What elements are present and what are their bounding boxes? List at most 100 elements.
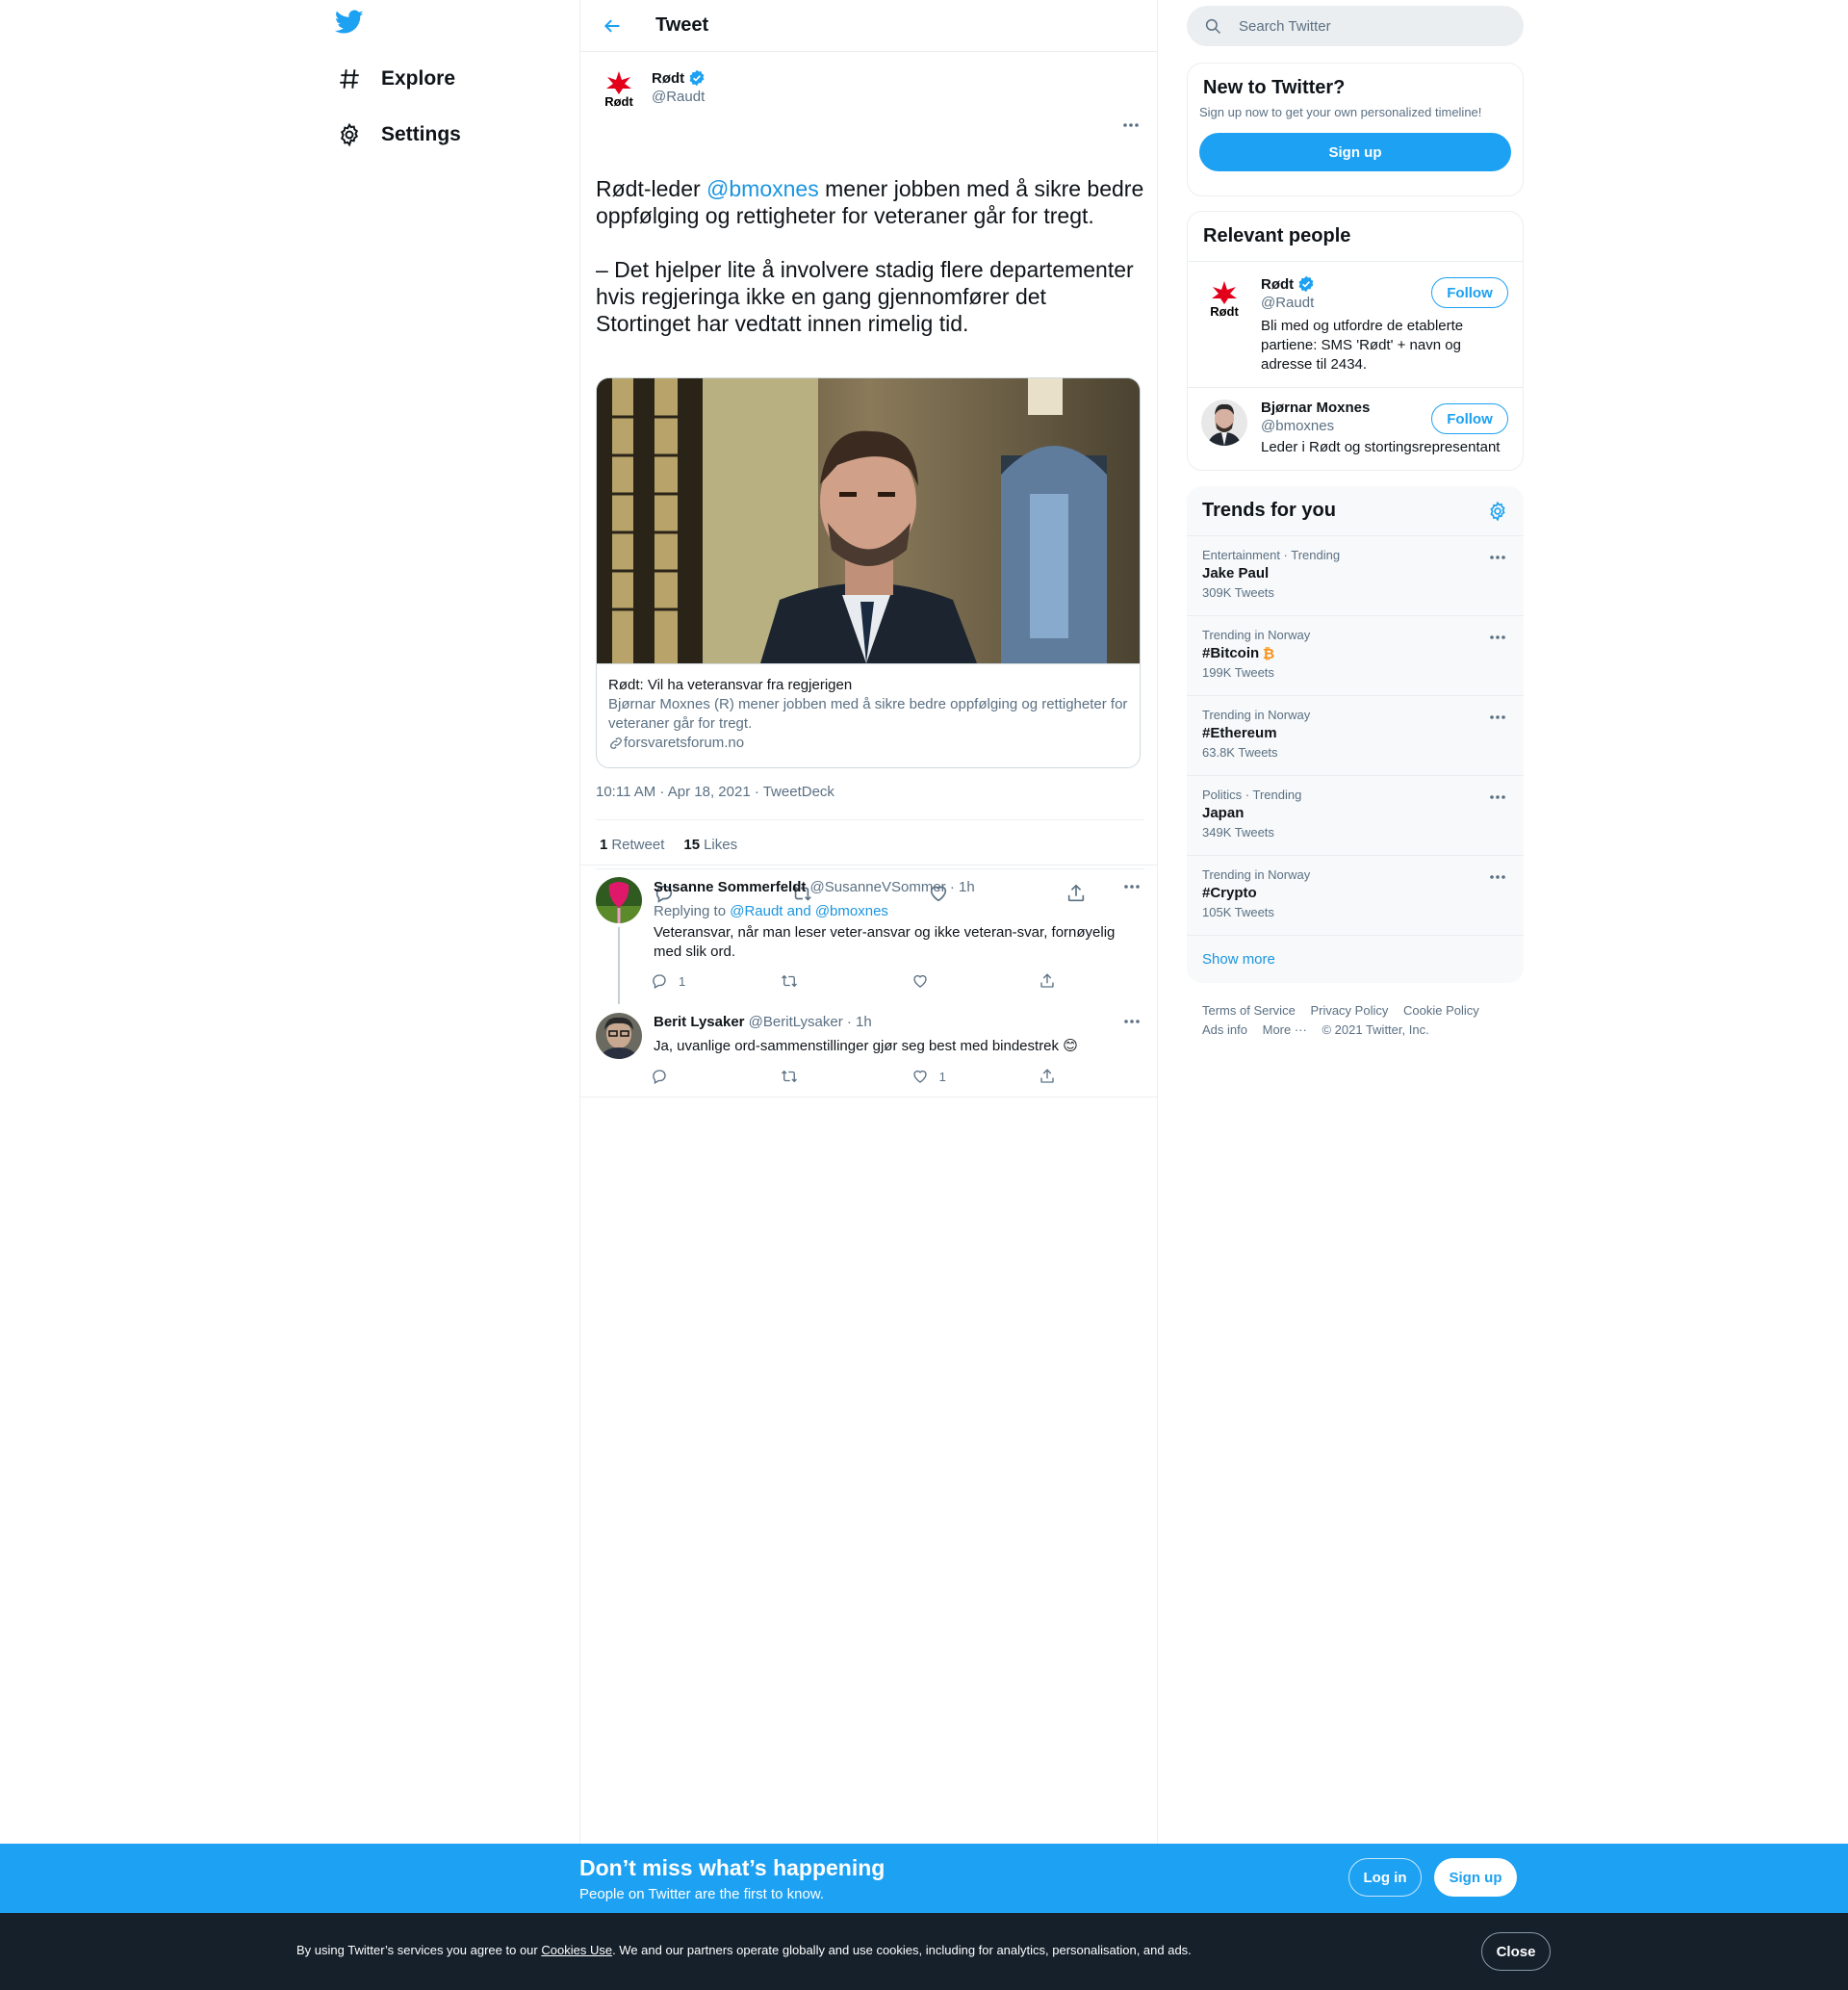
trend-name: Japan [1202,805,1245,821]
follow-button[interactable]: Follow [1431,403,1508,434]
avatar[interactable] [596,877,642,923]
reply-header: Susanne Sommerfeldt @SusanneVSommer · 1h [654,879,975,895]
trends-title: Trends for you [1202,500,1336,521]
mention-link[interactable]: @bmoxnes [706,176,819,201]
search-box[interactable] [1187,6,1524,46]
author-handle[interactable]: @Raudt [652,89,706,105]
reply-text: Veteransvar, når man leser veter-ansvar … [654,924,1116,960]
retweet-count-link[interactable]: 1 Retweet [600,837,664,853]
relevant-people-title: Relevant people [1203,225,1351,246]
reply-author-handle[interactable]: @BeritLysaker [749,1014,843,1030]
author-name[interactable]: Rødt [652,69,706,87]
back-button[interactable] [596,10,629,42]
trend-item[interactable]: Trending in Norway #Ethereum 63.8K Tweet… [1187,696,1524,776]
share-button[interactable] [1039,969,1062,993]
banner-signup-button[interactable]: Sign up [1434,1858,1517,1897]
retweet-button[interactable] [778,969,855,993]
reply-time[interactable]: · 1h [950,879,975,895]
tweet-author[interactable]: Rødt Rødt @Raudt [596,65,706,112]
footer-privacy-link[interactable]: Privacy Policy [1310,1001,1388,1021]
trend-name: #Ethereum [1202,725,1277,741]
nav-explore-label: Explore [381,67,456,90]
trends-settings-button[interactable] [1487,501,1508,522]
follow-button[interactable]: Follow [1431,277,1508,308]
avatar[interactable] [1201,400,1247,446]
trend-context: Entertainment · Trending [1202,548,1341,562]
reply-time[interactable]: · 1h [847,1014,872,1030]
nav-explore[interactable]: Explore [335,60,455,98]
reply-author-name[interactable]: Berit Lysaker [654,1014,745,1030]
trend-item[interactable]: Politics · Trending Japan 349K Tweets [1187,776,1524,856]
cookies-use-link[interactable]: Cookies Use [541,1943,612,1957]
verified-badge-icon [1297,275,1315,293]
trend-item[interactable]: Trending in Norway #Bitcoin ₿ 199K Tweet… [1187,616,1524,696]
avatar[interactable]: Rødt [596,65,642,112]
heart-icon [909,1065,932,1088]
card-image [597,378,1140,663]
trend-more-button[interactable] [1483,628,1512,647]
heart-icon [909,969,932,993]
tweet-timestamp[interactable]: 10:11 AM · Apr 18, 2021 · TweetDeck [596,784,834,800]
signup-banner: Don’t miss what’s happening People on Tw… [0,1844,1848,1913]
more-dots-icon [1123,123,1139,127]
more-dots-icon [1490,635,1505,639]
trend-count: 199K Tweets [1202,665,1274,680]
share-icon [1039,1065,1056,1088]
thread-line [618,927,620,1004]
gear-icon [1490,501,1505,521]
more-dots-icon [1490,715,1505,719]
reply-actions: 1 [648,1065,1062,1088]
likes-count-link[interactable]: 15 Likes [683,837,737,853]
replying-to-link[interactable]: @Raudt and @bmoxnes [730,903,888,919]
footer-cookie-link[interactable]: Cookie Policy [1403,1001,1479,1021]
signup-button[interactable]: Sign up [1199,133,1511,171]
reply-icon [648,1065,671,1088]
new-to-twitter-subtitle: Sign up now to get your own personalized… [1199,105,1482,119]
twitter-bird-icon[interactable] [334,10,370,40]
trend-item[interactable]: Trending in Norway #Crypto 105K Tweets [1187,856,1524,936]
trend-item[interactable]: Entertainment · Trending Jake Paul 309K … [1187,536,1524,616]
reply-tweet[interactable]: Susanne Sommerfeldt @SusanneVSommer · 1h… [580,866,1158,1004]
trend-more-button[interactable] [1483,867,1512,887]
search-input[interactable] [1239,17,1508,35]
reply-more-button[interactable] [1117,877,1146,896]
trend-more-button[interactable] [1483,788,1512,807]
close-button[interactable]: Close [1481,1932,1551,1971]
main-column: Tweet Rødt Rødt @Raudt Rødt-leder @bmoxn… [579,0,1158,1844]
footer-terms-link[interactable]: Terms of Service [1202,1001,1296,1021]
reply-author-handle[interactable]: @SusanneVSommer [810,879,946,895]
person-bio: Bli med og utfordre de etablerte partien… [1261,318,1464,373]
cookie-bar: By using Twitter’s services you agree to… [0,1913,1848,1990]
reply-icon [648,969,671,993]
like-button[interactable] [909,969,986,993]
avatar[interactable] [596,1013,642,1059]
person-bio: Leder i Rødt og stortingsrepresentant [1261,439,1501,455]
nav-settings[interactable]: Settings [335,116,461,154]
trend-more-button[interactable] [1483,708,1512,727]
reply-button[interactable]: 1 [648,969,725,993]
show-more-link[interactable]: Show more [1187,936,1524,983]
new-to-twitter-panel: New to Twitter? Sign up now to get your … [1187,63,1524,196]
person-item[interactable]: Rødt Rødt @Raudt Bli med og utfordre de … [1188,261,1523,387]
reply-author-name[interactable]: Susanne Sommerfeldt [654,879,806,895]
tweet-stats: 1 Retweet 15 Likes [596,819,1144,869]
tweet-text: Rødt-leder @bmoxnes mener jobben med å s… [596,176,1144,336]
card-description: Bjørnar Moxnes (R) mener jobben med å si… [608,696,1128,732]
share-button[interactable] [1039,1065,1062,1088]
reply-more-button[interactable] [1117,1012,1146,1031]
login-button[interactable]: Log in [1348,1858,1422,1897]
reply-button[interactable] [648,1065,725,1088]
tweet-more-button[interactable] [1116,116,1145,135]
avatar[interactable]: Rødt [1201,275,1247,322]
retweet-button[interactable] [778,1065,855,1088]
footer-ads-info-link[interactable]: Ads info [1202,1021,1247,1040]
person-item[interactable]: Bjørnar Moxnes @bmoxnes Leder i Rødt og … [1188,387,1523,470]
card-domain: forsvaretsforum.no [608,734,1128,753]
like-button[interactable]: 1 [909,1065,986,1088]
footer-more-link[interactable]: More ··· [1263,1021,1307,1040]
nav-settings-label: Settings [381,123,461,145]
reply-tweet[interactable]: Berit Lysaker @BeritLysaker · 1h Ja, uva… [580,1001,1158,1098]
link-card[interactable]: Rødt: Vil ha veteransvar fra regjerigen … [596,377,1141,768]
trend-context: Trending in Norway [1202,628,1311,642]
trend-more-button[interactable] [1483,548,1512,567]
